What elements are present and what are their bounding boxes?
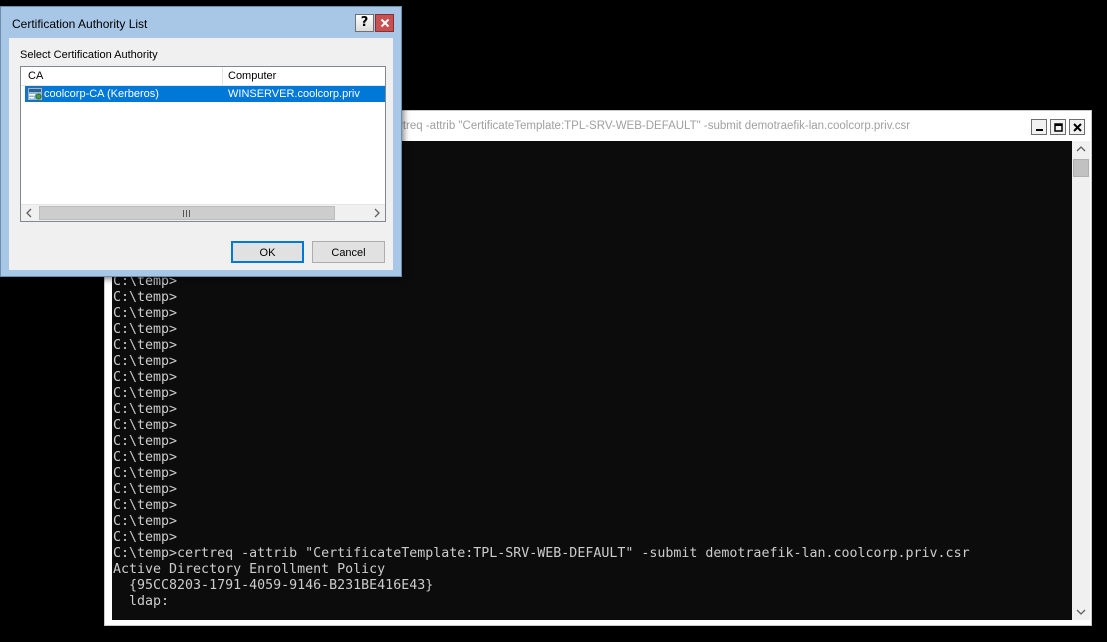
computer-name-cell: WINSERVER.coolcorp.priv bbox=[228, 88, 360, 100]
console-close-button[interactable] bbox=[1069, 119, 1085, 135]
console-line: C:\temp> bbox=[113, 370, 178, 385]
console-line: {95CC8203-1791-4059-9146-B231BE416E43} bbox=[113, 578, 434, 593]
list-header: CA Computer bbox=[21, 67, 385, 86]
console-line: C:\temp> bbox=[113, 434, 178, 449]
horizontal-scroll-thumb[interactable] bbox=[39, 206, 335, 220]
console-title: rtreq -attrib "CertificateTemplate:TPL-S… bbox=[399, 120, 911, 132]
help-icon: ? bbox=[360, 15, 369, 30]
column-header-ca[interactable]: CA bbox=[28, 70, 43, 82]
console-line: Active Directory Enrollment Policy bbox=[113, 562, 386, 577]
console-vertical-scrollbar[interactable] bbox=[1072, 141, 1090, 620]
scroll-left-button[interactable] bbox=[21, 205, 38, 221]
console-line: C:\temp> bbox=[113, 402, 178, 417]
console-line: C:\temp> bbox=[113, 290, 178, 305]
scroll-thumb[interactable] bbox=[1073, 159, 1089, 177]
certificate-authority-icon bbox=[27, 87, 43, 101]
console-line: C:\temp> bbox=[113, 450, 178, 465]
scroll-down-button[interactable] bbox=[1072, 603, 1090, 620]
console-line: ldap: bbox=[113, 594, 170, 609]
close-icon bbox=[380, 18, 390, 28]
console-line: C:\temp> bbox=[113, 354, 178, 369]
ca-name-cell: coolcorp-CA (Kerberos) bbox=[44, 88, 159, 100]
console-line: C:\temp> bbox=[113, 338, 178, 353]
cancel-button[interactable]: Cancel bbox=[312, 241, 385, 263]
scroll-right-button[interactable] bbox=[368, 205, 385, 221]
close-icon bbox=[1073, 123, 1082, 132]
list-horizontal-scrollbar[interactable] bbox=[21, 204, 385, 221]
chevron-right-icon bbox=[374, 208, 380, 218]
console-line: C:\temp> bbox=[113, 514, 178, 529]
scroll-up-button[interactable] bbox=[1072, 141, 1090, 158]
console-line: C:\temp> bbox=[113, 530, 178, 545]
maximize-button[interactable] bbox=[1050, 119, 1066, 135]
minimize-button[interactable] bbox=[1031, 119, 1047, 135]
dialog-title: Certification Authority List bbox=[12, 17, 148, 31]
console-line: C:\temp> bbox=[113, 386, 178, 401]
certification-authority-dialog: Certification Authority List ? Select Ce… bbox=[0, 6, 402, 277]
grip-icon bbox=[183, 210, 190, 217]
chevron-left-icon bbox=[26, 208, 32, 218]
column-divider[interactable] bbox=[222, 67, 223, 85]
ca-list[interactable]: CA Computer coolcorp-CA (Kerberos) WINSE… bbox=[20, 66, 386, 222]
chevron-down-icon bbox=[1076, 609, 1086, 615]
minimize-icon bbox=[1036, 129, 1043, 131]
help-button[interactable]: ? bbox=[355, 14, 374, 32]
console-line: C:\temp>certreq -attrib "CertificateTemp… bbox=[113, 546, 970, 561]
list-item[interactable]: coolcorp-CA (Kerberos) WINSERVER.coolcor… bbox=[25, 86, 385, 102]
console-line: C:\temp> bbox=[113, 482, 178, 497]
select-ca-label: Select Certification Authority bbox=[20, 49, 158, 61]
console-line: C:\temp> bbox=[113, 418, 178, 433]
chevron-up-icon bbox=[1076, 146, 1086, 152]
console-line: C:\temp> bbox=[113, 322, 178, 337]
console-text: C:\temp> C:\temp> C:\temp> C:\temp> C:\temp>… bbox=[113, 274, 970, 610]
maximize-icon bbox=[1054, 123, 1063, 132]
ok-button[interactable]: OK bbox=[231, 241, 304, 263]
column-header-computer[interactable]: Computer bbox=[228, 70, 276, 82]
console-line: C:\temp> bbox=[113, 466, 178, 481]
console-line: C:\temp> bbox=[113, 498, 178, 513]
console-line: C:\temp> bbox=[113, 306, 178, 321]
dialog-titlebar[interactable]: Certification Authority List ? bbox=[1, 7, 401, 37]
dialog-close-button[interactable] bbox=[375, 14, 394, 32]
console-window-controls bbox=[1031, 119, 1085, 135]
dialog-content: Select Certification Authority CA Comput… bbox=[9, 38, 393, 270]
